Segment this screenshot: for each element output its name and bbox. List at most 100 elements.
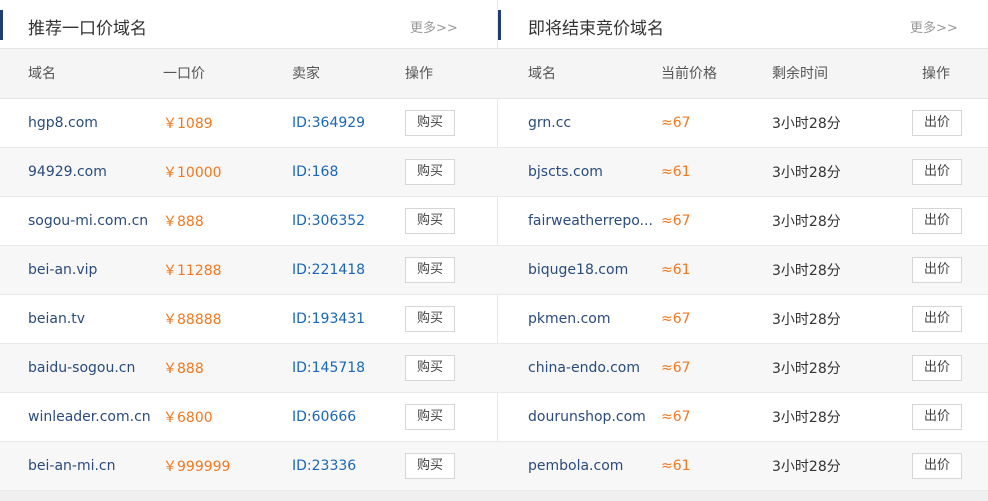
header-accent-bar bbox=[0, 10, 3, 40]
bid-button[interactable]: 出价 bbox=[912, 158, 962, 185]
table-row: biquge18.com ≈61 3小时28分 出价 bbox=[498, 245, 988, 295]
domain-link[interactable]: china-endo.com bbox=[528, 360, 640, 376]
fixed-price-title: 推荐一口价域名 bbox=[28, 19, 147, 39]
table-row: pembola.com ≈61 3小时28分 出价 bbox=[498, 441, 988, 491]
seller-id-link[interactable]: ID:221418 bbox=[292, 262, 365, 278]
domain-link[interactable]: bjscts.com bbox=[528, 164, 603, 180]
fixed-price: ￥11288 bbox=[163, 262, 222, 279]
remaining-time: 3小时28分 bbox=[772, 164, 841, 181]
col-header-action: 操作 bbox=[405, 49, 498, 99]
table-row: bjscts.com ≈61 3小时28分 出价 bbox=[498, 147, 988, 197]
domain-link[interactable]: 94929.com bbox=[28, 164, 107, 180]
table-header-row: 域名 当前价格 剩余时间 操作 bbox=[498, 49, 988, 99]
current-price: ≈67 bbox=[661, 310, 691, 327]
current-price: ≈67 bbox=[661, 212, 691, 229]
seller-id-link[interactable]: ID:168 bbox=[292, 164, 338, 180]
fixed-price: ￥888 bbox=[163, 360, 204, 377]
table-row: baidu-sogou.cn ￥888 ID:145718 购买 bbox=[0, 343, 498, 393]
seller-id-link[interactable]: ID:306352 bbox=[292, 213, 365, 229]
buy-button[interactable]: 购买 bbox=[405, 403, 455, 430]
domain-link[interactable]: bei-an-mi.cn bbox=[28, 458, 116, 474]
fixed-price-header: 推荐一口价域名 更多>> bbox=[0, 0, 497, 49]
domain-link[interactable]: baidu-sogou.cn bbox=[28, 360, 135, 376]
domain-link[interactable]: beian.tv bbox=[28, 311, 85, 327]
fixed-price-more-link[interactable]: 更多>> bbox=[410, 17, 458, 36]
table-row: grn.cc ≈67 3小时28分 出价 bbox=[498, 98, 988, 148]
bottom-strip bbox=[0, 491, 988, 501]
remaining-time: 3小时28分 bbox=[772, 213, 841, 230]
table-row: bei-an-mi.cn ￥999999 ID:23336 购买 bbox=[0, 441, 498, 491]
fixed-price: ￥88888 bbox=[163, 311, 222, 328]
buy-button[interactable]: 购买 bbox=[405, 158, 455, 185]
col-header-domain: 域名 bbox=[0, 49, 163, 99]
current-price: ≈61 bbox=[661, 163, 691, 180]
domain-link[interactable]: dourunshop.com bbox=[528, 409, 646, 425]
col-header-domain: 域名 bbox=[498, 49, 661, 99]
table-row: dourunshop.com ≈67 3小时28分 出价 bbox=[498, 392, 988, 442]
auction-panel: 即将结束竞价域名 更多>> 域名 当前价格 剩余时间 操作 grn.cc ≈67 3… bbox=[498, 0, 988, 491]
bid-button[interactable]: 出价 bbox=[912, 403, 962, 430]
fixed-price: ￥10000 bbox=[163, 164, 222, 181]
fixed-price: ￥1089 bbox=[163, 115, 213, 132]
domain-link[interactable]: bei-an.vip bbox=[28, 262, 97, 278]
col-header-remaining-time: 剩余时间 bbox=[772, 49, 904, 99]
seller-id-link[interactable]: ID:23336 bbox=[292, 458, 356, 474]
table-row: china-endo.com ≈67 3小时28分 出价 bbox=[498, 343, 988, 393]
auction-more-link[interactable]: 更多>> bbox=[910, 17, 958, 36]
current-price: ≈61 bbox=[661, 261, 691, 278]
header-accent-bar bbox=[498, 10, 501, 40]
buy-button[interactable]: 购买 bbox=[405, 354, 455, 381]
table-row: bei-an.vip ￥11288 ID:221418 购买 bbox=[0, 245, 498, 295]
domain-market-widget: 推荐一口价域名 更多>> 域名 一口价 卖家 操作 hgp8.com ￥1089 I… bbox=[0, 0, 988, 501]
remaining-time: 3小时28分 bbox=[772, 311, 841, 328]
table-row: fairweatherrepo... ≈67 3小时28分 出价 bbox=[498, 196, 988, 246]
seller-id-link[interactable]: ID:60666 bbox=[292, 409, 356, 425]
remaining-time: 3小时28分 bbox=[772, 409, 841, 426]
domain-link[interactable]: sogou-mi.com.cn bbox=[28, 213, 148, 229]
domain-link[interactable]: hgp8.com bbox=[28, 115, 98, 131]
remaining-time: 3小时28分 bbox=[772, 360, 841, 377]
buy-button[interactable]: 购买 bbox=[405, 207, 455, 234]
seller-id-link[interactable]: ID:145718 bbox=[292, 360, 365, 376]
table-header-row: 域名 一口价 卖家 操作 bbox=[0, 49, 498, 99]
remaining-time: 3小时28分 bbox=[772, 115, 841, 132]
domain-link[interactable]: biquge18.com bbox=[528, 262, 628, 278]
table-row: winleader.com.cn ￥6800 ID:60666 购买 bbox=[0, 392, 498, 442]
bid-button[interactable]: 出价 bbox=[912, 354, 962, 381]
bid-button[interactable]: 出价 bbox=[912, 109, 962, 136]
domain-link[interactable]: grn.cc bbox=[528, 115, 571, 131]
domain-link[interactable]: winleader.com.cn bbox=[28, 409, 151, 425]
remaining-time: 3小时28分 bbox=[772, 262, 841, 279]
current-price: ≈67 bbox=[661, 359, 691, 376]
table-row: sogou-mi.com.cn ￥888 ID:306352 购买 bbox=[0, 196, 498, 246]
fixed-price: ￥6800 bbox=[163, 409, 213, 426]
bid-button[interactable]: 出价 bbox=[912, 452, 962, 479]
bid-button[interactable]: 出价 bbox=[912, 305, 962, 332]
fixed-price-table: 域名 一口价 卖家 操作 hgp8.com ￥1089 ID:364929 购买 949… bbox=[0, 49, 498, 491]
current-price: ≈67 bbox=[661, 114, 691, 131]
seller-id-link[interactable]: ID:193431 bbox=[292, 311, 365, 327]
buy-button[interactable]: 购买 bbox=[405, 109, 455, 136]
auction-table: 域名 当前价格 剩余时间 操作 grn.cc ≈67 3小时28分 出价 bjscts.… bbox=[498, 49, 988, 491]
domain-link[interactable]: pembola.com bbox=[528, 458, 623, 474]
bid-button[interactable]: 出价 bbox=[912, 207, 962, 234]
domain-link[interactable]: fairweatherrepo... bbox=[528, 213, 653, 229]
buy-button[interactable]: 购买 bbox=[405, 452, 455, 479]
seller-id-link[interactable]: ID:364929 bbox=[292, 115, 365, 131]
current-price: ≈67 bbox=[661, 408, 691, 425]
auction-header: 即将结束竞价域名 更多>> bbox=[498, 0, 988, 49]
fixed-price: ￥888 bbox=[163, 213, 204, 230]
col-header-seller: 卖家 bbox=[292, 49, 405, 99]
remaining-time: 3小时28分 bbox=[772, 458, 841, 475]
buy-button[interactable]: 购买 bbox=[405, 305, 455, 332]
table-row: 94929.com ￥10000 ID:168 购买 bbox=[0, 147, 498, 197]
table-row: pkmen.com ≈67 3小时28分 出价 bbox=[498, 294, 988, 344]
current-price: ≈61 bbox=[661, 457, 691, 474]
domain-link[interactable]: pkmen.com bbox=[528, 311, 610, 327]
col-header-action: 操作 bbox=[904, 49, 988, 99]
buy-button[interactable]: 购买 bbox=[405, 256, 455, 283]
bid-button[interactable]: 出价 bbox=[912, 256, 962, 283]
table-row: hgp8.com ￥1089 ID:364929 购买 bbox=[0, 98, 498, 148]
table-row: beian.tv ￥88888 ID:193431 购买 bbox=[0, 294, 498, 344]
col-header-current-price: 当前价格 bbox=[661, 49, 772, 99]
